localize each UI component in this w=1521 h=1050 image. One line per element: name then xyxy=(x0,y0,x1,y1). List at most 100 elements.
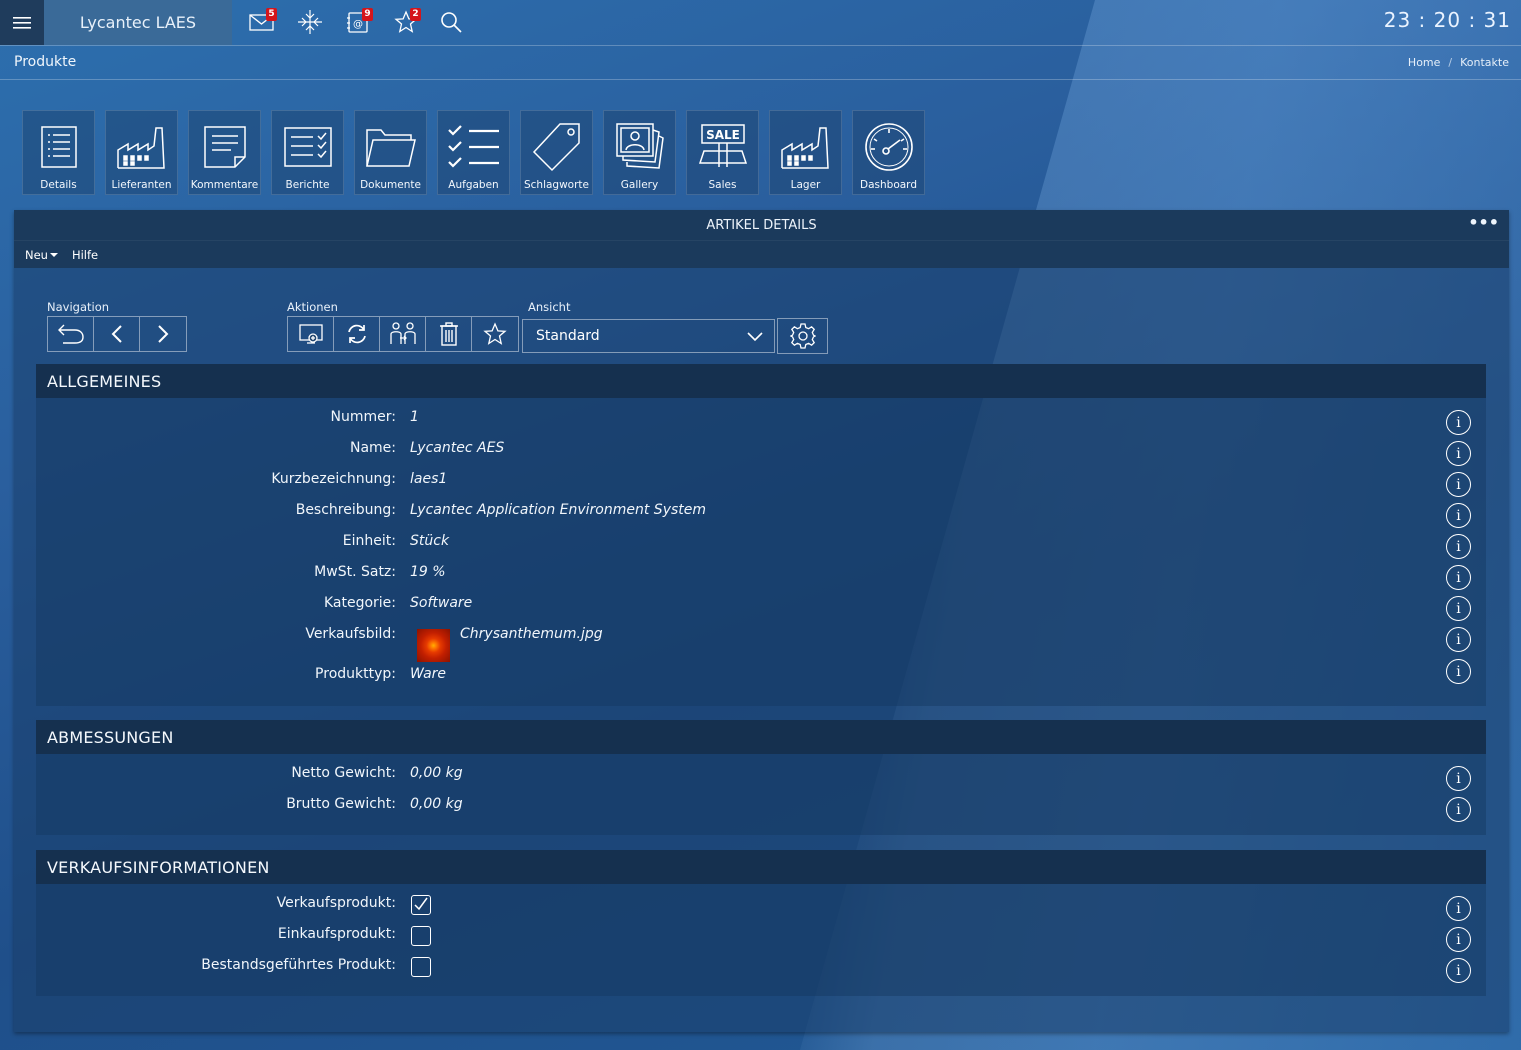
breadcrumb-home[interactable]: Home xyxy=(1408,56,1440,69)
info-icon[interactable]: i xyxy=(1446,659,1471,684)
field-value: Stück xyxy=(410,533,450,549)
info-icon[interactable]: i xyxy=(1446,596,1471,621)
actions-group xyxy=(287,316,519,352)
clock: 23 : 20 : 31 xyxy=(1383,8,1511,32)
contacts-button[interactable]: @ 9 xyxy=(341,6,375,38)
delete-button[interactable] xyxy=(426,317,472,351)
tile-lieferanten[interactable]: Lieferanten xyxy=(105,110,178,195)
info-icon[interactable]: i xyxy=(1446,927,1471,952)
field-label: Beschreibung: xyxy=(295,502,396,518)
info-icon[interactable]: i xyxy=(1446,627,1471,652)
field-row-category: Kategorie: Software i xyxy=(36,595,1486,626)
favorite-button[interactable] xyxy=(472,317,518,351)
info-icon[interactable]: i xyxy=(1446,958,1471,983)
field-row-stock-product: Bestandsgeführtes Produkt: i xyxy=(36,957,1486,988)
panel-header: ARTIKEL DETAILS ••• xyxy=(14,210,1509,240)
menu-help[interactable]: Hilfe xyxy=(72,248,98,262)
product-image-thumbnail[interactable] xyxy=(417,629,450,662)
more-options-button[interactable]: ••• xyxy=(1468,213,1499,232)
field-row-gross-weight: Brutto Gewicht: 0,00 kg i xyxy=(36,796,1486,827)
field-label: Produkttyp: xyxy=(315,666,396,682)
tile-label: Dokumente xyxy=(360,179,421,191)
info-icon[interactable]: i xyxy=(1446,441,1471,466)
chevron-down-icon xyxy=(747,332,763,342)
report-icon xyxy=(283,127,332,167)
tile-dashboard[interactable]: Dashboard xyxy=(852,110,925,195)
field-row-purchase-product: Einkaufsprodukt: i xyxy=(36,926,1486,957)
tile-aufgaben[interactable]: Aufgaben xyxy=(437,110,510,195)
tile-label: Lieferanten xyxy=(111,179,172,191)
info-icon[interactable]: i xyxy=(1446,565,1471,590)
info-icon[interactable]: i xyxy=(1446,503,1471,528)
tile-lager[interactable]: Lager xyxy=(769,110,842,195)
svg-text:@: @ xyxy=(353,19,363,30)
tile-details[interactable]: Details xyxy=(22,110,95,195)
tile-sales[interactable]: SALE Sales xyxy=(686,110,759,195)
field-value[interactable]: Chrysanthemum.jpg xyxy=(460,626,603,642)
gauge-icon xyxy=(864,123,913,171)
tile-label: Details xyxy=(40,179,77,191)
field-value: Lycantec AES xyxy=(410,440,505,456)
refresh-icon xyxy=(347,324,366,344)
section-general-title: ALLGEMEINES xyxy=(36,364,1486,398)
info-icon[interactable]: i xyxy=(1446,410,1471,435)
mail-badge: 5 xyxy=(266,8,277,21)
info-icon[interactable]: i xyxy=(1446,797,1471,822)
purchase-product-checkbox[interactable] xyxy=(411,926,431,946)
chevron-right-icon xyxy=(158,325,169,343)
field-value: laes1 xyxy=(410,471,448,487)
menu-new[interactable]: Neu xyxy=(25,248,58,262)
field-value: 1 xyxy=(410,409,419,425)
sales-product-checkbox[interactable] xyxy=(411,895,431,915)
field-label: Verkaufsprodukt: xyxy=(276,895,396,911)
folder-icon xyxy=(365,129,416,167)
tile-label: Sales xyxy=(708,179,737,191)
tile-kommentare[interactable]: Kommentare xyxy=(188,110,261,195)
hamburger-icon xyxy=(13,16,31,29)
menu-new-label: Neu xyxy=(25,247,48,262)
app-title[interactable]: Lycantec LAES xyxy=(44,0,232,45)
stock-product-checkbox[interactable] xyxy=(411,957,431,977)
compress-button[interactable] xyxy=(293,6,327,38)
back-button[interactable] xyxy=(48,317,94,351)
view-settings-button[interactable] xyxy=(777,318,828,354)
breadcrumb-separator: / xyxy=(1448,56,1453,69)
field-label: Netto Gewicht: xyxy=(291,765,396,781)
add-window-icon xyxy=(298,324,323,344)
favorites-button[interactable]: 2 xyxy=(389,6,423,38)
tile-berichte[interactable]: Berichte xyxy=(271,110,344,195)
field-label: Name: xyxy=(349,440,396,456)
info-icon[interactable]: i xyxy=(1446,766,1471,791)
field-label: Kategorie: xyxy=(323,595,396,611)
info-icon[interactable]: i xyxy=(1446,534,1471,559)
tile-gallery[interactable]: Gallery xyxy=(603,110,676,195)
field-row-net-weight: Netto Gewicht: 0,00 kg i xyxy=(36,765,1486,796)
hamburger-menu-button[interactable] xyxy=(0,0,44,45)
caret-down-icon xyxy=(49,253,58,257)
assign-users-button[interactable] xyxy=(380,317,426,351)
next-button[interactable] xyxy=(140,317,186,351)
breadcrumb: Home / Kontakte xyxy=(1408,56,1509,69)
navigation-group xyxy=(47,316,187,352)
info-icon[interactable]: i xyxy=(1446,472,1471,497)
refresh-button[interactable] xyxy=(334,317,380,351)
field-label: Kurzbezeichnung: xyxy=(271,471,396,487)
info-icon[interactable]: i xyxy=(1446,896,1471,921)
top-bar: Lycantec LAES 5 @ 9 2 23 : 20 : 31 xyxy=(0,0,1521,45)
tile-label: Gallery xyxy=(620,179,659,191)
view-select[interactable]: Standard xyxy=(522,319,775,353)
breadcrumb-kontakte[interactable]: Kontakte xyxy=(1460,56,1509,69)
mail-button[interactable]: 5 xyxy=(245,6,279,38)
field-label: Verkaufsbild: xyxy=(305,626,396,642)
tile-label: Berichte xyxy=(285,179,330,191)
svg-text:SALE: SALE xyxy=(706,128,740,142)
tile-schlagworte[interactable]: Schlagworte xyxy=(520,110,593,195)
tile-dokumente[interactable]: Dokumente xyxy=(354,110,427,195)
add-window-button[interactable] xyxy=(288,317,334,351)
panel-title: ARTIKEL DETAILS xyxy=(706,217,817,233)
search-button[interactable] xyxy=(434,6,468,38)
field-label: MwSt. Satz: xyxy=(314,564,396,580)
previous-button[interactable] xyxy=(94,317,140,351)
undo-icon xyxy=(57,324,84,344)
field-value: 0,00 kg xyxy=(410,765,463,781)
